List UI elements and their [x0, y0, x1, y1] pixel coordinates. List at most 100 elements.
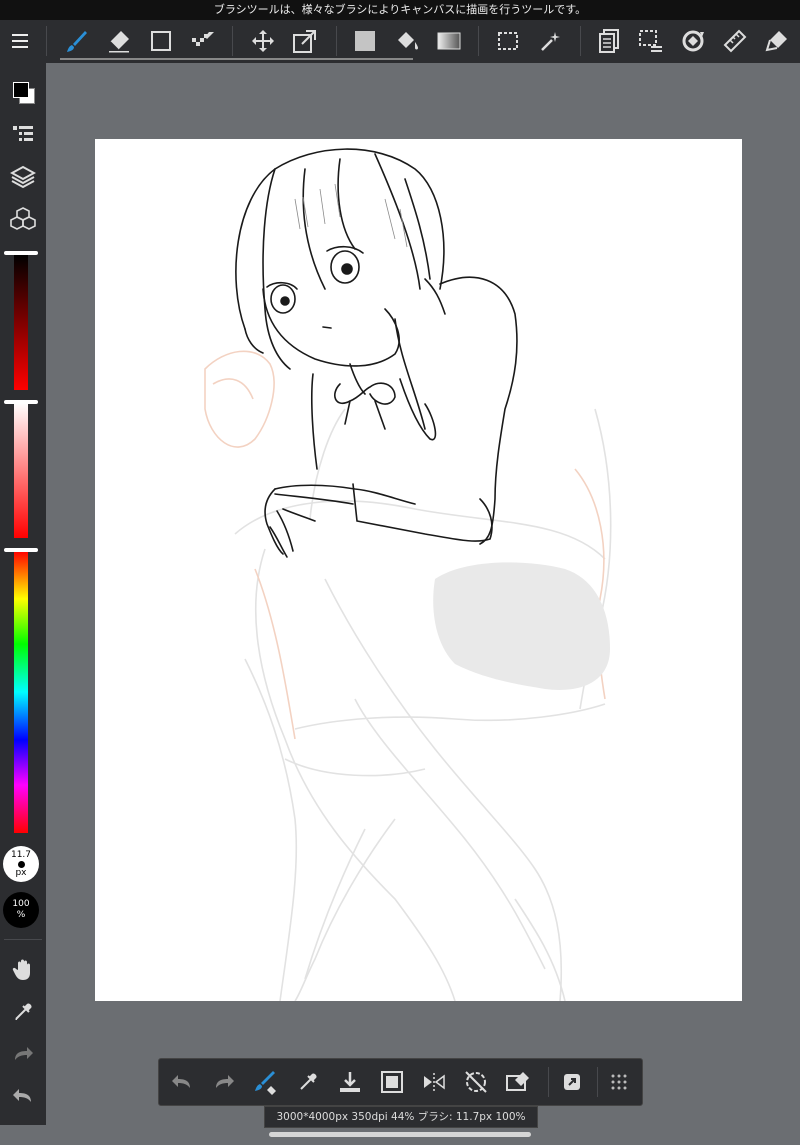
- brush-size-button[interactable]: 11.7 px: [3, 846, 39, 882]
- color-swatch-button[interactable]: [6, 75, 40, 109]
- redo-icon: [216, 1075, 234, 1088]
- copy-page-button[interactable]: [592, 24, 626, 58]
- layers-icon: [10, 165, 36, 189]
- undo-icon: [13, 1089, 31, 1102]
- primary-color-swatch: [13, 82, 29, 98]
- snap-icon: [765, 31, 787, 52]
- clear-layer-icon: [506, 1072, 529, 1091]
- saturation-slider[interactable]: [14, 403, 28, 538]
- select-all-button[interactable]: [375, 1065, 409, 1099]
- bottom-toolbar: [158, 1058, 643, 1106]
- divider: [548, 1067, 549, 1097]
- opacity-unit: %: [16, 910, 26, 920]
- divider: [4, 939, 42, 940]
- layers-button[interactable]: [6, 160, 40, 194]
- slider-knob[interactable]: [4, 251, 38, 255]
- tool-tooltip: ブラシツールは、様々なブラシによりキャンバスに描画を行うツールです。: [0, 0, 800, 20]
- eyedropper-icon: [15, 1003, 32, 1020]
- opacity-button[interactable]: 100 %: [3, 892, 39, 928]
- gradient-icon: [437, 32, 461, 50]
- red-channel-slider[interactable]: [14, 255, 28, 390]
- brush-eraser-toggle-button[interactable]: [249, 1065, 283, 1099]
- top-toolbar: [0, 20, 800, 63]
- hand-icon: [12, 959, 30, 980]
- more-tools-button[interactable]: [602, 1065, 636, 1099]
- redo-button[interactable]: [207, 1065, 241, 1099]
- brush-size-dot: [17, 860, 25, 868]
- drawing-canvas[interactable]: [95, 139, 742, 1001]
- divider: [336, 26, 337, 56]
- materials-cube-icon: [10, 207, 36, 230]
- brush-list-icon: [13, 126, 33, 141]
- copy-page-icon: [599, 29, 619, 53]
- select-all-icon: [381, 1071, 403, 1093]
- brush-size-unit: px: [15, 867, 27, 878]
- opacity-value: 100: [12, 899, 30, 909]
- rotate-icon: [682, 30, 704, 52]
- magic-wand-icon: [541, 32, 560, 51]
- divider: [580, 26, 581, 56]
- ruler-icon: [723, 29, 747, 53]
- rotate-reset-button[interactable]: [459, 1065, 493, 1099]
- eraser-tool-button[interactable]: [102, 24, 136, 58]
- redo-button[interactable]: [6, 1037, 40, 1071]
- deselect-button[interactable]: [634, 24, 668, 58]
- slider-knob[interactable]: [4, 400, 38, 404]
- redo-icon: [15, 1047, 33, 1060]
- brush-tool-button[interactable]: [60, 24, 94, 58]
- flip-horizontal-icon: [424, 1073, 445, 1091]
- divider: [46, 26, 47, 56]
- dot-pen-tool-button[interactable]: [186, 24, 220, 58]
- undo-icon: [172, 1075, 190, 1088]
- magic-wand-tool-button[interactable]: [533, 24, 567, 58]
- bucket-tool-button[interactable]: [390, 24, 424, 58]
- divider: [478, 26, 479, 56]
- bucket-icon: [398, 32, 418, 50]
- move-tool-button[interactable]: [246, 24, 280, 58]
- shape-tool-button[interactable]: [144, 24, 178, 58]
- fill-color-icon: [355, 31, 375, 51]
- slider-knob[interactable]: [4, 548, 38, 552]
- dot-pen-icon: [192, 32, 214, 46]
- snap-button[interactable]: [760, 24, 794, 58]
- undo-button[interactable]: [165, 1065, 199, 1099]
- eraser-icon: [109, 31, 129, 53]
- grid-dots-icon: [611, 1074, 627, 1090]
- brush-list-button[interactable]: [6, 118, 40, 152]
- materials-button[interactable]: [6, 202, 40, 236]
- menu-icon[interactable]: [4, 24, 38, 58]
- brush-eraser-toggle-icon: [255, 1071, 276, 1095]
- brush-icon: [67, 31, 87, 52]
- hand-tool-button[interactable]: [6, 953, 40, 987]
- ruler-button[interactable]: [718, 24, 752, 58]
- left-sidebar: 11.7 px 100 %: [0, 63, 46, 1125]
- eyedropper-icon: [300, 1073, 317, 1090]
- brush-size-value: 11.7: [10, 849, 32, 860]
- transform-icon: [293, 30, 316, 53]
- select-tool-button[interactable]: [491, 24, 525, 58]
- hue-slider[interactable]: [14, 551, 28, 833]
- deselect-icon: [639, 30, 662, 52]
- rotate-reset-icon: [465, 1071, 487, 1093]
- share-icon: [564, 1074, 580, 1090]
- fill-color-button[interactable]: [348, 24, 382, 58]
- move-icon: [252, 30, 274, 52]
- share-button[interactable]: [555, 1065, 589, 1099]
- brush-group-underline: [60, 58, 413, 60]
- import-button[interactable]: [333, 1065, 367, 1099]
- divider: [597, 1067, 598, 1097]
- rotate-canvas-button[interactable]: [676, 24, 710, 58]
- download-icon: [340, 1072, 360, 1092]
- eyedropper-tool-button[interactable]: [6, 995, 40, 1029]
- select-rect-icon: [498, 32, 518, 50]
- undo-button[interactable]: [6, 1079, 40, 1113]
- clear-layer-button[interactable]: [501, 1065, 535, 1099]
- gradient-tool-button[interactable]: [432, 24, 466, 58]
- shape-rect-icon: [151, 31, 171, 51]
- transform-tool-button[interactable]: [288, 24, 322, 58]
- divider: [232, 26, 233, 56]
- sketch-artwork: [204, 148, 612, 1001]
- eyedropper-button[interactable]: [291, 1065, 325, 1099]
- flip-horizontal-button[interactable]: [417, 1065, 451, 1099]
- home-indicator[interactable]: [269, 1132, 531, 1137]
